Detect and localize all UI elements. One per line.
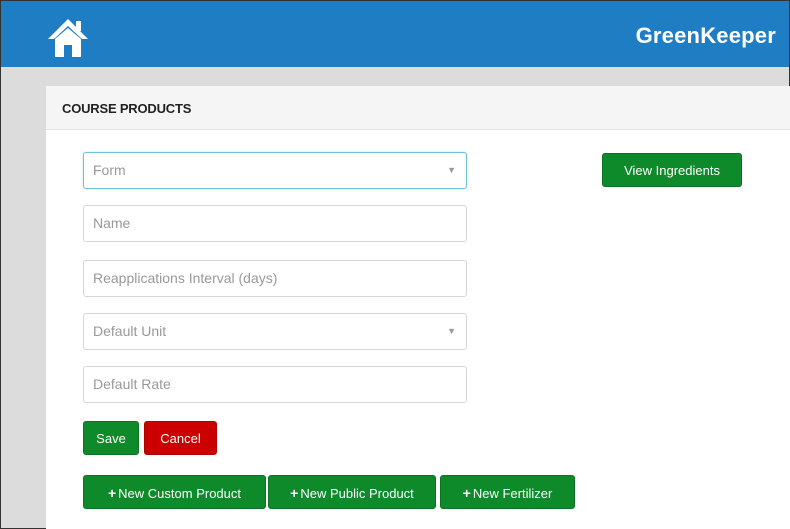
- default-rate-input[interactable]: Default Rate: [83, 366, 467, 403]
- new-custom-product-button[interactable]: + New Custom Product: [83, 475, 266, 509]
- view-ingredients-button[interactable]: View Ingredients: [602, 153, 742, 187]
- plus-icon: +: [290, 485, 299, 501]
- new-public-label: New Public Product: [300, 486, 414, 501]
- new-fertilizer-button[interactable]: + New Fertilizer: [440, 475, 575, 509]
- panel-title: COURSE PRODUCTS: [62, 101, 192, 116]
- interval-placeholder: Reapplications Interval (days): [93, 270, 278, 286]
- reapplication-interval-input[interactable]: Reapplications Interval (days): [83, 260, 467, 297]
- cancel-button[interactable]: Cancel: [144, 421, 217, 455]
- rate-placeholder: Default Rate: [93, 376, 171, 392]
- save-button[interactable]: Save: [83, 421, 139, 455]
- panel-header: COURSE PRODUCTS: [46, 86, 790, 130]
- new-public-product-button[interactable]: + New Public Product: [268, 475, 436, 509]
- home-icon[interactable]: [46, 17, 90, 59]
- default-unit-select[interactable]: Default Unit ▼: [83, 313, 467, 350]
- chevron-down-icon: ▼: [447, 165, 456, 175]
- form-select-placeholder: Form: [93, 162, 126, 178]
- unit-select-placeholder: Default Unit: [93, 323, 167, 339]
- new-fertilizer-label: New Fertilizer: [472, 486, 553, 501]
- top-navbar: GreenKeeper: [1, 1, 789, 67]
- new-custom-label: New Custom Product: [118, 486, 241, 501]
- left-gutter: [1, 67, 15, 528]
- plus-icon: +: [107, 485, 117, 501]
- name-input[interactable]: Name: [83, 205, 467, 242]
- plus-icon: +: [462, 485, 471, 501]
- form-select[interactable]: Form ▼: [83, 152, 467, 189]
- course-products-panel: COURSE PRODUCTS Form ▼ Name Reapplicatio…: [46, 86, 790, 529]
- brand-title: GreenKeeper: [635, 23, 776, 48]
- name-placeholder: Name: [93, 215, 131, 231]
- chevron-down-icon: ▼: [447, 326, 456, 336]
